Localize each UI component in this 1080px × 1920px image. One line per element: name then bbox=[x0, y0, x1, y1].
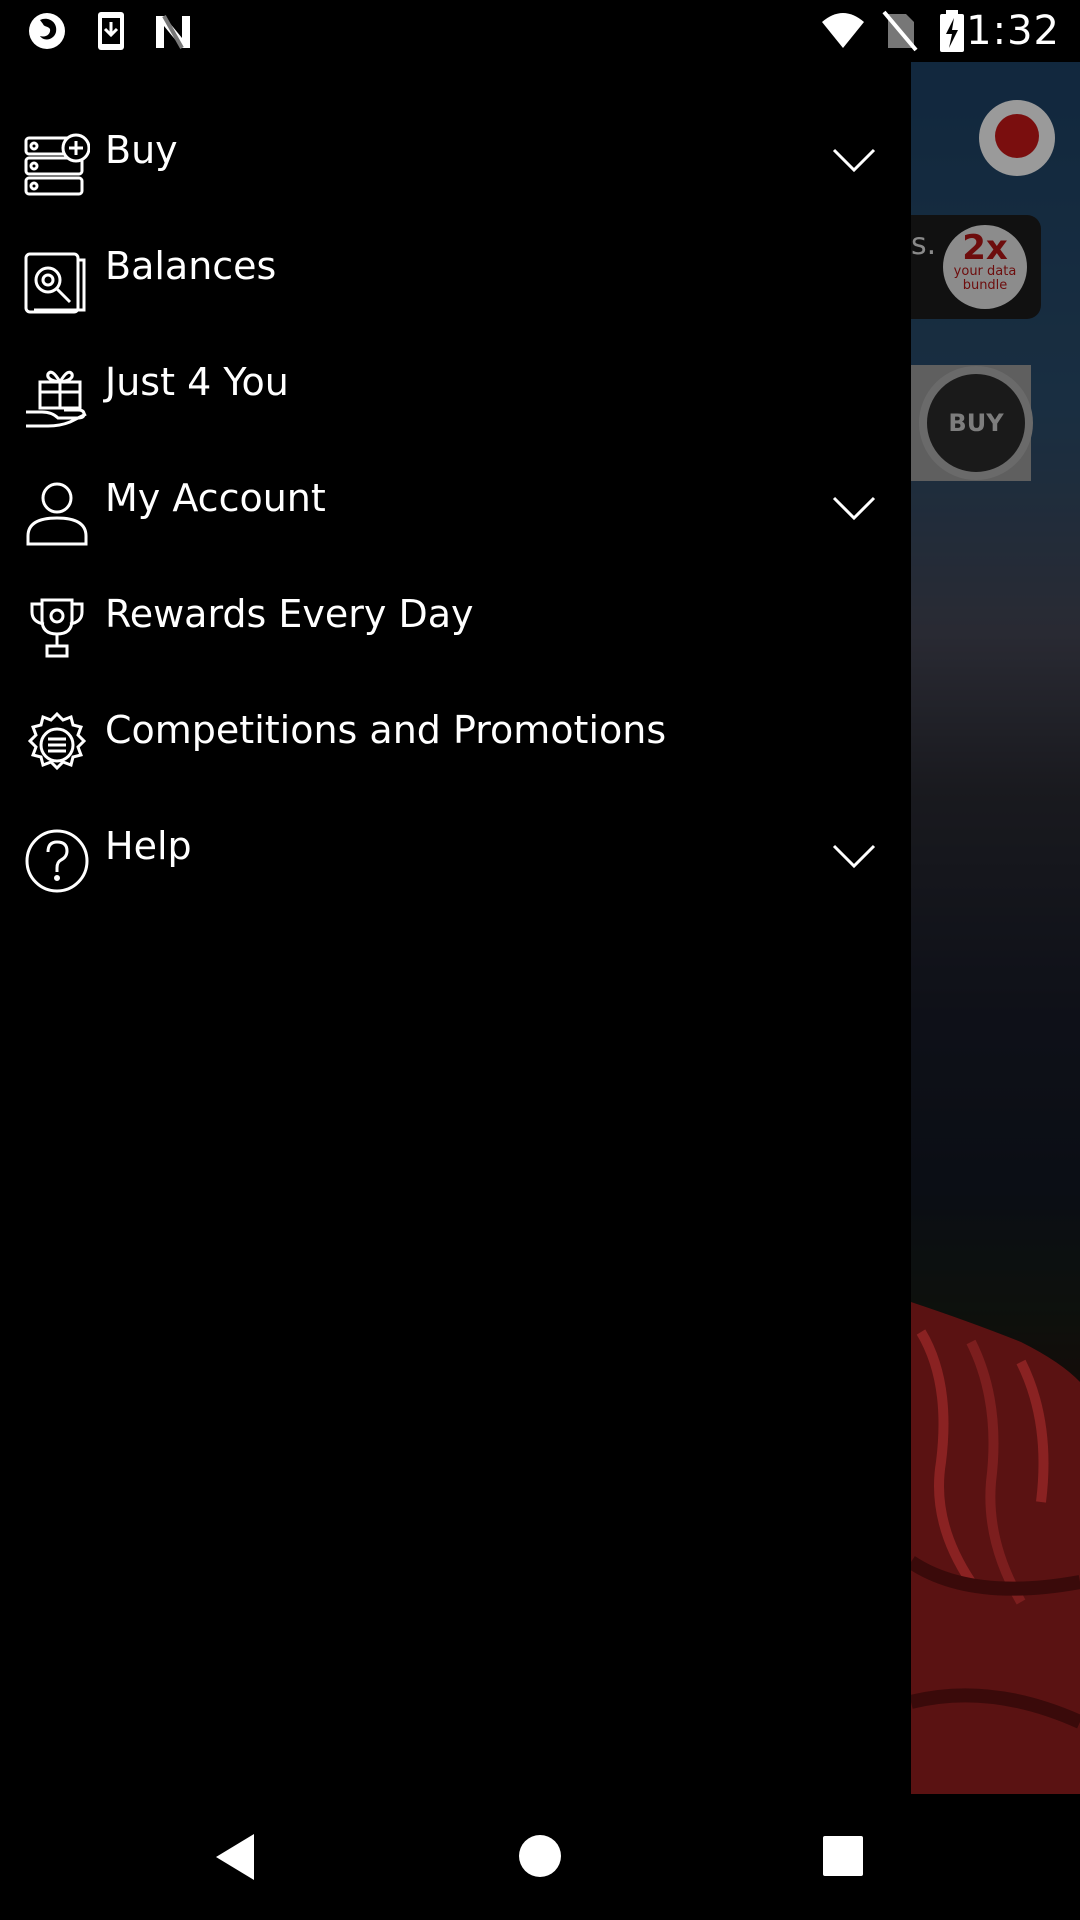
vodafone-logo bbox=[979, 100, 1055, 176]
navigation-drawer: Buy Balances Just 4 You My Account Rewar… bbox=[0, 62, 911, 1794]
firefox-icon bbox=[29, 13, 65, 49]
recents-icon[interactable] bbox=[822, 1835, 864, 1877]
drawer-item-label: Help bbox=[105, 824, 192, 868]
flower-image bbox=[911, 1302, 1080, 1794]
download-icon bbox=[98, 12, 124, 50]
no-sim-icon bbox=[882, 10, 918, 52]
system-nav-bar bbox=[0, 1794, 1080, 1920]
drawer-item-label: Just 4 You bbox=[105, 360, 289, 404]
n-icon bbox=[156, 15, 190, 49]
drawer-item-label: Balances bbox=[105, 244, 277, 288]
badge-icon bbox=[27, 712, 87, 771]
promo-banner: s. 2x your data bundle bbox=[911, 215, 1041, 319]
drawer-item-label: Buy bbox=[105, 128, 178, 172]
gift-icon bbox=[26, 370, 87, 428]
chevron-down-icon[interactable] bbox=[832, 844, 876, 870]
banner-partial-text: s. bbox=[911, 227, 937, 262]
drawer-item-buy[interactable]: Buy bbox=[0, 106, 911, 222]
balances-icon bbox=[24, 252, 86, 314]
user-icon bbox=[26, 482, 88, 546]
battery-charging-icon bbox=[940, 10, 964, 52]
clock: 1:32 bbox=[966, 8, 1060, 54]
badge-small-text-2: bundle bbox=[962, 278, 1008, 293]
buy-button-bg: BUY bbox=[919, 366, 1033, 480]
promo-badge: 2x your data bundle bbox=[943, 225, 1027, 309]
back-icon[interactable] bbox=[212, 1832, 258, 1882]
trophy-icon bbox=[30, 598, 84, 658]
help-icon bbox=[25, 829, 89, 893]
drawer-item-my-account[interactable]: My Account bbox=[0, 454, 911, 570]
drawer-item-just-4-you[interactable]: Just 4 You bbox=[0, 338, 911, 454]
buy-list-icon bbox=[24, 133, 90, 196]
badge-small-text-1: your data bbox=[953, 264, 1017, 279]
background-app[interactable]: s. 2x your data bundle BUY bbox=[911, 62, 1080, 1794]
wifi-icon bbox=[822, 13, 864, 48]
drawer-item-balances[interactable]: Balances bbox=[0, 222, 911, 338]
drawer-item-label: Rewards Every Day bbox=[105, 592, 474, 636]
drawer-item-rewards-every-day[interactable]: Rewards Every Day bbox=[0, 570, 911, 686]
badge-big-text: 2x bbox=[962, 228, 1008, 268]
home-icon[interactable] bbox=[518, 1834, 562, 1878]
drawer-item-help[interactable]: Help bbox=[0, 802, 911, 918]
drawer-item-label: Competitions and Promotions bbox=[105, 708, 667, 752]
drawer-item-competitions-and-promotions[interactable]: Competitions and Promotions bbox=[0, 686, 911, 802]
chevron-down-icon[interactable] bbox=[832, 496, 876, 522]
status-bar: 1:32 bbox=[0, 0, 1080, 62]
drawer-item-label: My Account bbox=[105, 476, 326, 520]
chevron-down-icon[interactable] bbox=[832, 148, 876, 174]
